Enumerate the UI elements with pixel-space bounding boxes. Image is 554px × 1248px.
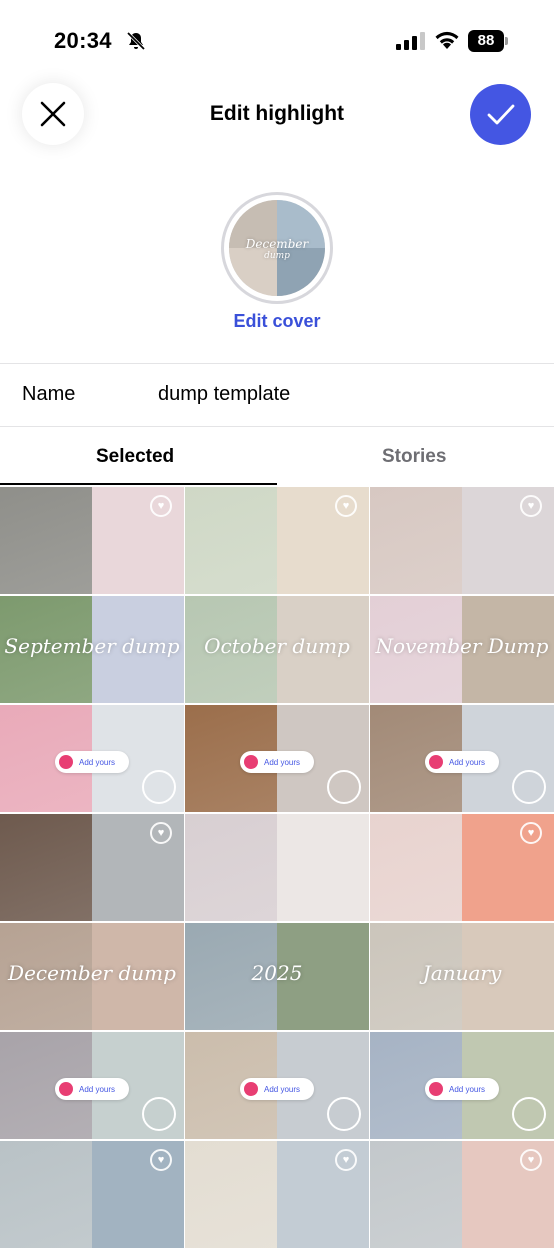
add-yours-label: Add yours — [449, 757, 486, 767]
add-yours-sticker: Add yours — [425, 751, 499, 773]
story-photo-left — [185, 1141, 277, 1248]
story-photo-left — [185, 487, 277, 594]
add-yours-sticker: Add yours — [55, 751, 129, 773]
add-yours-label: Add yours — [264, 757, 301, 767]
tab-bar: Selected Stories — [0, 428, 554, 486]
battery-indicator: 88 — [468, 30, 508, 52]
story-thumbnail[interactable]: December dump — [0, 923, 184, 1030]
heart-icon: ♥ — [520, 1149, 542, 1171]
story-photo-left — [0, 1141, 92, 1248]
story-overlay-text: 2025 — [251, 961, 303, 985]
story-thumbnail[interactable]: Add yours — [370, 1032, 554, 1139]
divider — [0, 426, 554, 427]
story-thumbnail[interactable]: September dump — [0, 596, 184, 703]
story-thumbnail[interactable]: Add yours — [185, 705, 369, 812]
story-thumbnail[interactable]: Add yours — [185, 1032, 369, 1139]
add-yours-sticker: Add yours — [425, 1078, 499, 1100]
add-yours-icon — [244, 1082, 258, 1096]
divider — [0, 363, 554, 364]
story-thumbnail[interactable]: ♥ — [0, 1141, 184, 1248]
add-yours-label: Add yours — [79, 1084, 116, 1094]
story-photo-right — [277, 814, 369, 921]
select-circle[interactable] — [327, 770, 361, 804]
status-time: 20:34 — [54, 28, 112, 53]
story-photo-left — [370, 1141, 462, 1248]
story-overlay-text: October dump — [204, 634, 350, 658]
add-yours-label: Add yours — [264, 1084, 301, 1094]
story-thumbnail[interactable]: ♥ — [370, 487, 554, 594]
cover-image: December dump — [229, 200, 325, 296]
story-photo-left — [0, 487, 92, 594]
select-circle[interactable] — [142, 770, 176, 804]
story-overlay-text: September dump — [4, 634, 180, 658]
status-bar: 20:34 88 — [0, 0, 554, 80]
header: Edit highlight — [0, 80, 554, 150]
select-circle[interactable] — [327, 1097, 361, 1131]
cover-overlay-text: December dump — [229, 238, 325, 262]
select-circle[interactable] — [512, 1097, 546, 1131]
select-circle[interactable] — [142, 1097, 176, 1131]
battery-tip — [505, 37, 508, 45]
add-yours-icon — [59, 755, 73, 769]
highlight-cover[interactable]: December dump — [221, 192, 333, 304]
add-yours-label: Add yours — [79, 757, 116, 767]
add-yours-icon — [244, 755, 258, 769]
wifi-icon — [435, 31, 459, 49]
story-thumbnail[interactable]: ♥ — [0, 814, 184, 921]
heart-icon: ♥ — [335, 495, 357, 517]
heart-icon: ♥ — [520, 495, 542, 517]
active-tab-indicator — [0, 483, 277, 485]
story-photo-left — [370, 814, 462, 921]
story-thumbnail[interactable]: November Dump — [370, 596, 554, 703]
add-yours-sticker: Add yours — [55, 1078, 129, 1100]
cellular-signal-icon — [396, 32, 425, 50]
add-yours-label: Add yours — [449, 1084, 486, 1094]
story-thumbnail[interactable] — [185, 814, 369, 921]
story-overlay-text: January — [422, 961, 502, 985]
select-circle[interactable] — [512, 770, 546, 804]
story-thumbnail[interactable]: ♥ — [0, 487, 184, 594]
story-thumbnail[interactable]: Add yours — [370, 705, 554, 812]
add-yours-icon — [429, 755, 443, 769]
tab-stories[interactable]: Stories — [382, 446, 446, 468]
bell-muted-icon — [126, 31, 146, 51]
story-photo-left — [185, 814, 277, 921]
heart-icon: ♥ — [150, 495, 172, 517]
name-label: Name — [22, 383, 76, 405]
story-overlay-text: November Dump — [375, 634, 549, 658]
story-thumbnail[interactable]: Add yours — [0, 1032, 184, 1139]
cover-overlay-line1: December — [245, 237, 309, 251]
add-yours-icon — [429, 1082, 443, 1096]
story-thumbnail[interactable]: ♥ — [370, 814, 554, 921]
edit-cover-link[interactable]: Edit cover — [0, 311, 554, 332]
checkmark-icon — [487, 104, 514, 124]
add-yours-icon — [59, 1082, 73, 1096]
story-thumbnail[interactable]: ♥ — [185, 1141, 369, 1248]
heart-icon: ♥ — [520, 822, 542, 844]
story-thumbnail[interactable]: ♥ — [185, 487, 369, 594]
heart-icon: ♥ — [335, 1149, 357, 1171]
cover-overlay-line2: dump — [264, 251, 290, 261]
name-input[interactable] — [158, 383, 518, 406]
story-thumbnail[interactable]: ♥ — [370, 1141, 554, 1248]
heart-icon: ♥ — [150, 1149, 172, 1171]
story-photo-left — [0, 814, 92, 921]
story-photo-left — [370, 487, 462, 594]
story-overlay-text: December dump — [8, 961, 176, 985]
tab-selected[interactable]: Selected — [96, 446, 174, 468]
heart-icon: ♥ — [150, 822, 172, 844]
done-button[interactable] — [470, 84, 531, 145]
story-thumbnail[interactable]: 2025 — [185, 923, 369, 1030]
story-thumbnail[interactable]: October dump — [185, 596, 369, 703]
stories-grid: ♥ ♥ ♥ September dump October dump November Du… — [0, 487, 554, 1248]
story-thumbnail[interactable]: January — [370, 923, 554, 1030]
add-yours-sticker: Add yours — [240, 751, 314, 773]
add-yours-sticker: Add yours — [240, 1078, 314, 1100]
story-thumbnail[interactable]: Add yours — [0, 705, 184, 812]
battery-level: 88 — [468, 30, 504, 52]
